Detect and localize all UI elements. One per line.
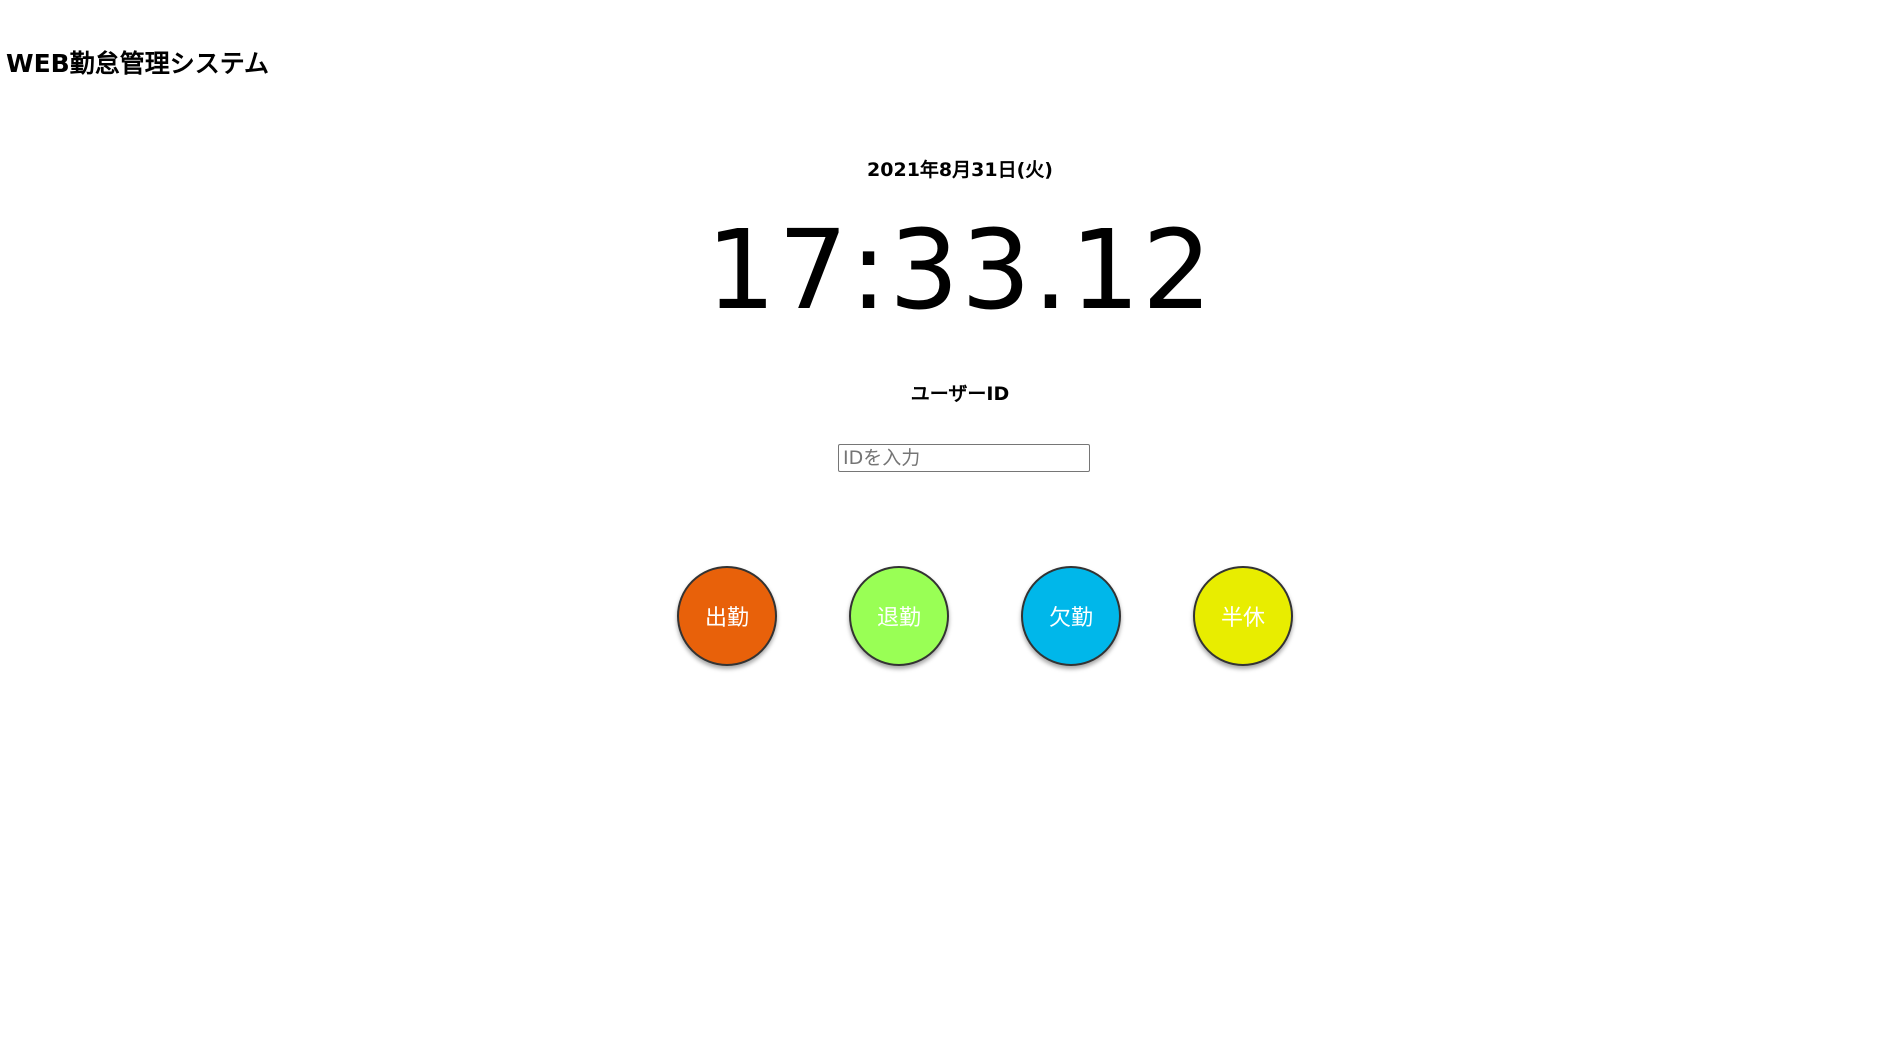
half-day-off-button[interactable]: 半休: [1193, 566, 1293, 666]
current-date: 2021年8月31日(火): [867, 159, 1053, 181]
clock-out-button[interactable]: 退勤: [849, 566, 949, 666]
user-id-label: ユーザーID: [910, 383, 1010, 405]
attendance-actions: 出勤 退勤 欠勤 半休: [677, 566, 1297, 668]
current-time: 17:33.12: [706, 206, 1214, 334]
clock-in-button[interactable]: 出勤: [677, 566, 777, 666]
absence-button[interactable]: 欠勤: [1021, 566, 1121, 666]
user-id-input[interactable]: [838, 444, 1090, 472]
app-title: WEB勤怠管理システム: [6, 49, 269, 78]
